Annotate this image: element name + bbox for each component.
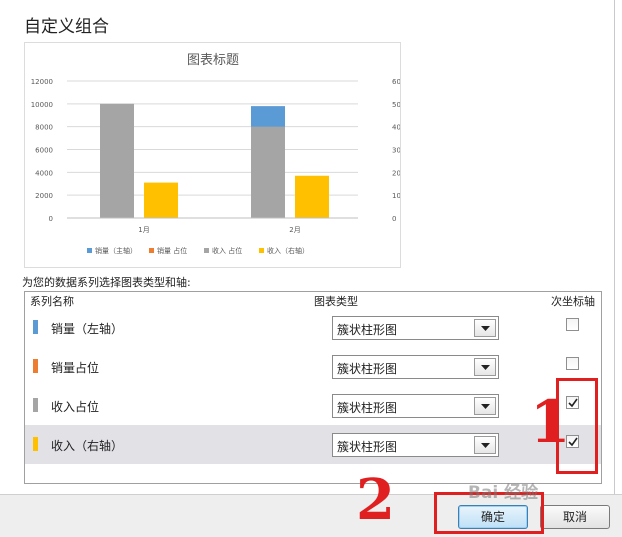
bar-revenue-placeholder — [100, 103, 134, 218]
y-right-tick-label: 4000 — [392, 124, 400, 132]
series-name: 销量占位 — [51, 361, 100, 375]
chart-type-value: 簇状柱形图 — [337, 362, 398, 376]
series-row[interactable]: 销量占位 簇状柱形图 — [25, 347, 601, 386]
chart-type-select[interactable]: 簇状柱形图 — [332, 433, 499, 457]
y-right-tick-label: 0 — [392, 215, 396, 223]
y-right-tick-label: 5000 — [392, 101, 400, 109]
series-color-swatch — [33, 398, 38, 412]
legend-swatch — [87, 248, 92, 253]
legend-swatch — [259, 248, 264, 253]
chart-type-value: 簇状柱形图 — [337, 323, 398, 337]
y-left-tick-label: 10000 — [31, 101, 53, 109]
column-header-secondary: 次坐标轴 — [551, 295, 595, 308]
legend-swatch — [149, 248, 154, 253]
dropdown-button[interactable] — [474, 436, 496, 454]
dropdown-button[interactable] — [474, 358, 496, 376]
chevron-down-icon — [481, 443, 490, 448]
legend-label: 销量 占位 — [157, 246, 187, 255]
x-tick-label: 1月 — [138, 226, 149, 234]
bar-revenue-placeholder — [251, 126, 285, 218]
chart-title: 图表标题 — [187, 53, 239, 68]
y-right-tick-label: 2000 — [392, 169, 400, 177]
annotation-step-2: 2 — [356, 467, 395, 533]
series-name: 收入占位 — [51, 400, 100, 414]
dialog-frame-edge — [614, 0, 615, 494]
legend-swatch — [204, 248, 209, 253]
legend-label: 销量（主轴） — [95, 246, 137, 255]
section-title: 自定义组合 — [24, 17, 109, 37]
legend-label: 收入（右轴） — [267, 246, 309, 255]
series-row[interactable]: 收入占位 簇状柱形图 — [25, 386, 601, 425]
chart-type-value: 簇状柱形图 — [337, 440, 398, 454]
secondary-axis-checkbox[interactable] — [566, 357, 579, 370]
y-left-tick-label: 8000 — [35, 124, 53, 132]
series-color-swatch — [33, 437, 38, 451]
secondary-axis-checkbox[interactable] — [566, 318, 579, 331]
series-prompt: 为您的数据系列选择图表类型和轴: — [22, 276, 191, 289]
series-color-swatch — [33, 320, 38, 334]
chevron-down-icon — [481, 326, 490, 331]
watermark: Bai 经验 — [468, 483, 539, 503]
chart-type-value: 簇状柱形图 — [337, 401, 398, 415]
series-name: 销量（左轴） — [51, 322, 124, 336]
chevron-down-icon — [481, 404, 490, 409]
column-header-type: 图表类型 — [314, 295, 358, 308]
chart-type-select[interactable]: 簇状柱形图 — [332, 394, 499, 418]
legend-label: 收入 占位 — [212, 246, 242, 255]
dropdown-button[interactable] — [474, 397, 496, 415]
chart-type-select[interactable]: 簇状柱形图 — [332, 355, 499, 379]
column-header-name: 系列名称 — [30, 295, 74, 308]
chart-preview: 图表标题 0 2000 4000 6000 8000 10000 12000 0 1000 2000… — [24, 42, 410, 268]
y-right-tick-label: 6000 — [392, 78, 400, 86]
series-row-selected[interactable]: 收入（右轴） 簇状柱形图 — [25, 425, 601, 464]
bar-revenue-secondary — [295, 175, 329, 218]
series-color-swatch — [33, 359, 38, 373]
chart-type-select[interactable]: 簇状柱形图 — [332, 316, 499, 340]
dropdown-button[interactable] — [474, 319, 496, 337]
y-left-tick-label: 4000 — [35, 169, 53, 177]
y-left-tick-label: 6000 — [35, 147, 53, 155]
series-name: 收入（右轴） — [51, 439, 124, 453]
series-row[interactable]: 销量（左轴） 簇状柱形图 — [25, 308, 601, 347]
annotation-step-1: 1 — [530, 388, 571, 456]
chevron-down-icon — [481, 365, 490, 370]
chart-svg: 图表标题 0 2000 4000 6000 8000 10000 12000 0 1000 2000… — [31, 53, 410, 255]
y-left-tick-label: 0 — [49, 215, 53, 223]
bar-revenue-secondary — [144, 182, 178, 218]
y-left-tick-label: 12000 — [31, 78, 53, 86]
y-left-tick-label: 2000 — [35, 192, 53, 200]
x-tick-label: 2月 — [289, 226, 300, 234]
y-right-tick-label: 3000 — [392, 147, 400, 155]
cancel-button[interactable]: 取消 — [540, 505, 610, 529]
y-right-tick-label: 1000 — [392, 192, 400, 200]
